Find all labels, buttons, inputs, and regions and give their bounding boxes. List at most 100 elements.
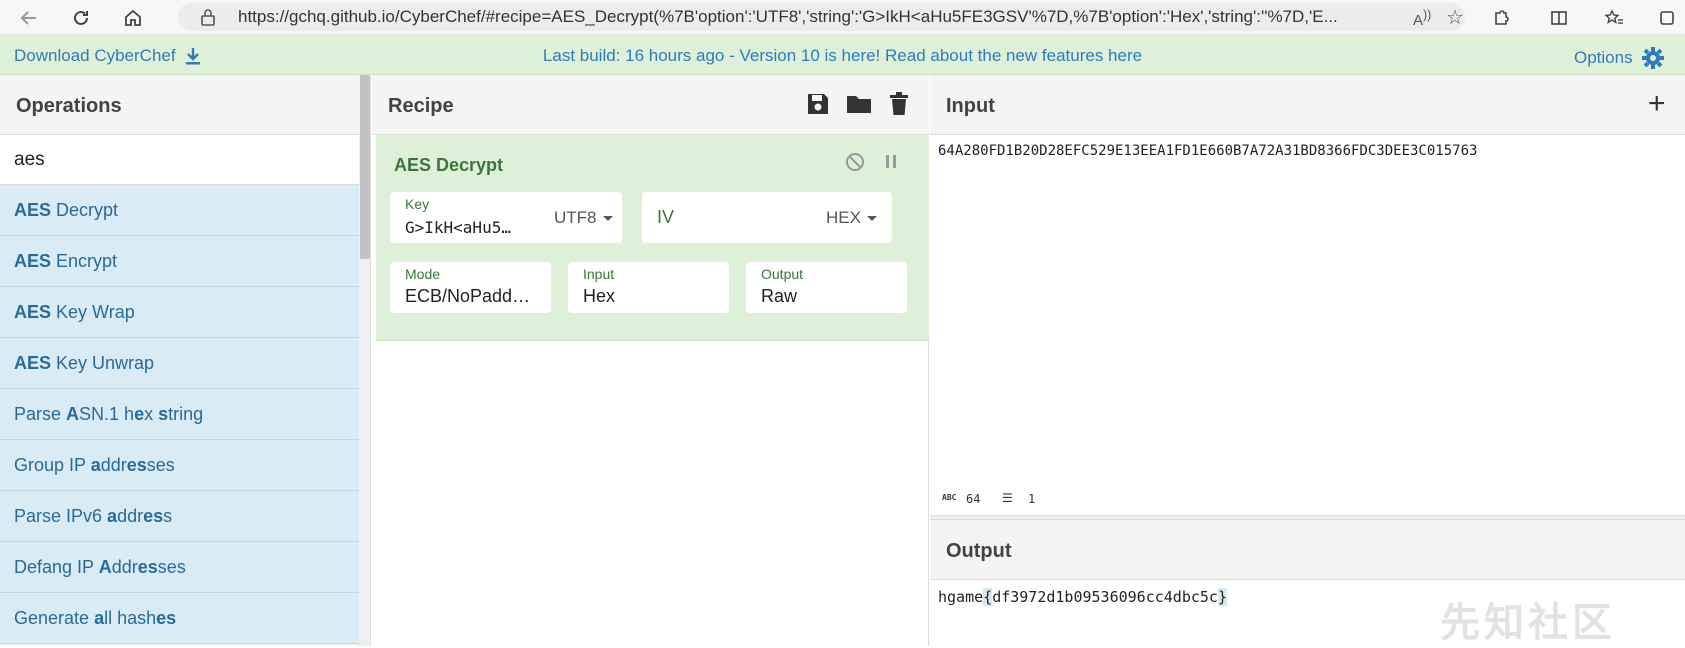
key-format-label: UTF8: [554, 208, 597, 227]
key-value: G>IkH<aHu5…: [405, 218, 511, 237]
operation-text: Key Unwrap: [51, 353, 155, 373]
operation-match: s: [158, 404, 169, 424]
read-aloud-icon[interactable]: A)): [1413, 8, 1431, 29]
operations-list: AES Decrypt AES Encrypt AES Key Wrap AES Ke…: [0, 185, 359, 644]
operation-match: AES: [14, 251, 52, 271]
collections-icon[interactable]: [1654, 5, 1680, 31]
operation-match: AES: [14, 353, 52, 373]
operation-text: s: [163, 506, 173, 526]
folder-icon[interactable]: [845, 91, 873, 117]
operation-item[interactable]: AES Decrypt: [0, 185, 359, 236]
lines-icon: ☰: [1002, 491, 1013, 505]
operation-item[interactable]: AES Key Wrap: [0, 287, 359, 338]
operation-text: ddr: [111, 557, 138, 577]
split-screen-icon[interactable]: [1546, 5, 1572, 31]
ingredient-title: AES Decrypt: [394, 155, 504, 175]
operation-item[interactable]: Generate all hashes: [0, 593, 359, 644]
operation-text: ses: [157, 557, 186, 577]
input-format-field[interactable]: Input Hex: [568, 262, 729, 313]
key-label: Key: [405, 196, 430, 212]
extensions-icon[interactable]: [1488, 5, 1514, 31]
address-bar[interactable]: https://gchq.github.io/CyberChef/#recipe…: [178, 3, 1465, 31]
operation-text: ddr: [100, 455, 127, 475]
options-button[interactable]: Options: [1574, 46, 1665, 70]
operation-item[interactable]: AES Encrypt: [0, 236, 359, 287]
operations-title: Operations: [16, 95, 122, 117]
operation-match: es: [137, 557, 158, 577]
operation-match: es: [126, 455, 147, 475]
cyberchef-banner: Download CyberChef Last build: 16 hours …: [0, 35, 1685, 75]
operation-text: x: [144, 404, 159, 424]
iv-format-dropdown[interactable]: HEX: [826, 208, 877, 228]
operation-text: Decrypt: [51, 200, 119, 220]
options-label: Options: [1574, 48, 1633, 67]
output-brace-close: }: [1217, 588, 1227, 606]
home-icon[interactable]: [120, 5, 146, 31]
operation-text: Encrypt: [51, 251, 118, 271]
watermark: 先知社区: [1440, 601, 1616, 645]
favorite-star-icon[interactable]: ☆: [1446, 5, 1464, 30]
iv-field[interactable]: IV HEX: [642, 192, 892, 243]
disable-icon[interactable]: [844, 151, 866, 178]
operation-match: A: [98, 557, 112, 577]
caret-down-icon: [866, 215, 877, 221]
operation-match: a: [90, 455, 101, 475]
output-text-prefix: hgame: [938, 588, 984, 606]
input-textarea[interactable]: 64A280FD1B20D28EFC529E13EEA1FD1E660B7A72…: [938, 143, 1477, 159]
operation-text: ddr: [117, 506, 144, 526]
operation-match: es: [143, 506, 164, 526]
gear-icon: [1641, 47, 1664, 69]
pause-icon[interactable]: [884, 153, 898, 176]
output-header: Output: [930, 520, 1685, 580]
key-format-dropdown[interactable]: UTF8: [554, 208, 613, 228]
browser-toolbar: https://gchq.github.io/CyberChef/#recipe…: [0, 0, 1685, 35]
operation-item[interactable]: Parse ASN.1 hex string: [0, 389, 359, 440]
back-arrow-icon[interactable]: [16, 5, 42, 31]
input-format-label: Input: [583, 266, 615, 282]
key-field[interactable]: Key G>IkH<aHu5… UTF8: [390, 192, 622, 243]
operation-text: Group IP: [14, 455, 91, 475]
operation-match: a: [107, 506, 118, 526]
iv-label: IV: [657, 207, 675, 227]
input-title: Input: [946, 95, 995, 117]
operations-pane: Operations aes AES Decrypt AES Encrypt AES…: [0, 75, 359, 646]
recipe-pane: Recipe AES Decrypt Key G>IkH<aHu5… UTF8 …: [372, 75, 929, 646]
operation-item[interactable]: Group IP addresses: [0, 440, 359, 491]
output-format-label: Output: [761, 266, 804, 282]
operation-text: SN.1 h: [79, 404, 135, 424]
output-format-field[interactable]: Output Raw: [746, 262, 907, 313]
mode-value: ECB/NoPadd…: [405, 286, 531, 306]
reload-icon[interactable]: [68, 5, 94, 31]
build-message[interactable]: Last build: 16 hours ago - Version 10 is…: [0, 46, 1685, 66]
search-value: aes: [14, 149, 45, 170]
add-tab-icon[interactable]: +: [1648, 87, 1666, 121]
operation-item[interactable]: Parse IPv6 address: [0, 491, 359, 542]
operation-match: e: [134, 404, 145, 424]
operations-scrollbar[interactable]: [359, 75, 371, 646]
url-text: https://gchq.github.io/CyberChef/#recipe…: [238, 7, 1338, 26]
operation-item[interactable]: Defang IP Addresses: [0, 542, 359, 593]
operation-match: a: [94, 608, 105, 628]
input-format-value: Hex: [583, 286, 616, 306]
input-header: Input +: [930, 75, 1685, 135]
operations-search-input[interactable]: aes: [0, 135, 359, 185]
mode-label: Mode: [405, 266, 441, 282]
favorites-icon[interactable]: [1601, 5, 1627, 31]
line-count: 1: [1028, 492, 1036, 506]
input-status-bar: ABC 64 ☰ 1: [930, 490, 1685, 510]
operation-match: A: [66, 404, 80, 424]
scrollbar-thumb[interactable]: [360, 75, 370, 259]
ingredient-aes-decrypt[interactable]: AES Decrypt Key G>IkH<aHu5… UTF8 IV HEX …: [376, 135, 929, 341]
trash-icon[interactable]: [887, 91, 911, 117]
output-text[interactable]: hgame{df3972d1b09536096cc4dbc5c}: [938, 588, 1227, 606]
operation-text: Parse IPv6: [14, 506, 108, 526]
recipe-title: Recipe: [388, 95, 454, 117]
operation-match: AES: [14, 302, 52, 322]
mode-field[interactable]: Mode ECB/NoPadd…: [390, 262, 551, 313]
operation-text: Key Wrap: [51, 302, 135, 322]
abc-icon: ABC: [942, 493, 957, 502]
caret-down-icon: [602, 215, 613, 221]
operations-header: Operations: [0, 75, 359, 135]
operation-item[interactable]: AES Key Unwrap: [0, 338, 359, 389]
save-icon[interactable]: [805, 91, 831, 117]
